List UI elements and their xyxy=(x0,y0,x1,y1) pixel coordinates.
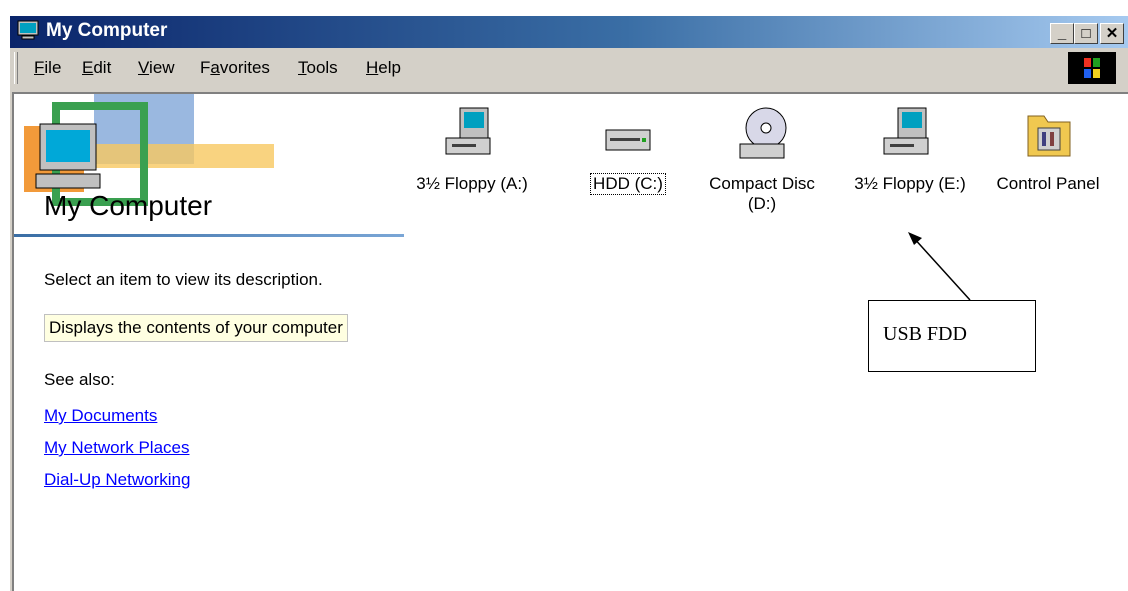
item-label: 3½ Floppy (A:) xyxy=(416,174,528,193)
item-label: Compact Disc (D:) xyxy=(709,174,815,213)
item-label: HDD (C:) xyxy=(590,173,666,195)
item-floppy-a[interactable]: 3½ Floppy (A:) xyxy=(412,104,532,194)
toolbar-grip[interactable] xyxy=(14,52,18,84)
control-panel-icon xyxy=(1027,115,1071,157)
menu-help[interactable]: Help xyxy=(366,58,401,78)
menu-edit[interactable]: Edit xyxy=(82,58,111,78)
floppy-drive-icon xyxy=(883,107,929,155)
window-title: My Computer xyxy=(46,20,168,41)
menu-file[interactable]: File xyxy=(34,58,61,78)
item-label: Control Panel xyxy=(996,174,1100,193)
floppy-drive-icon xyxy=(445,107,491,155)
cd-drive-icon xyxy=(739,107,787,159)
minimize-button[interactable]: _ xyxy=(1050,23,1074,44)
pane-title: My Computer xyxy=(44,190,213,221)
menu-tools[interactable]: Tools xyxy=(298,58,338,78)
item-label: 3½ Floppy (E:) xyxy=(854,174,966,193)
title-bar[interactable]: My Computer _ □ ✕ xyxy=(10,16,1128,48)
link-dial-up-networking[interactable]: Dial-Up Networking xyxy=(44,470,190,490)
annotation-callout: USB FDD xyxy=(868,300,1036,372)
info-tooltip: Displays the contents of your computer xyxy=(44,314,348,342)
menu-view[interactable]: View xyxy=(138,58,175,78)
windows-logo-icon xyxy=(1068,52,1116,84)
see-also-label: See also: xyxy=(44,370,115,389)
annotation-text: USB FDD xyxy=(883,323,967,345)
menu-favorites[interactable]: Favorites xyxy=(200,58,270,78)
maximize-button[interactable]: □ xyxy=(1074,23,1098,44)
item-floppy-e[interactable]: 3½ Floppy (E:) xyxy=(850,104,970,194)
link-my-documents[interactable]: My Documents xyxy=(44,406,157,426)
item-hdd-c[interactable]: HDD (C:) xyxy=(568,104,688,195)
banner-divider xyxy=(14,234,404,237)
close-button[interactable]: ✕ xyxy=(1100,23,1124,44)
description-text: Select an item to view its description. xyxy=(44,270,323,289)
computer-icon xyxy=(17,20,39,40)
info-pane-banner: My Computer xyxy=(14,94,404,254)
link-my-network-places[interactable]: My Network Places xyxy=(44,438,189,458)
item-cd-d[interactable]: Compact Disc (D:) xyxy=(702,104,822,214)
menu-bar: File Edit View Favorites Tools Help xyxy=(10,50,1128,86)
item-control-panel[interactable]: Control Panel xyxy=(988,104,1108,194)
hard-drive-icon xyxy=(605,129,651,151)
